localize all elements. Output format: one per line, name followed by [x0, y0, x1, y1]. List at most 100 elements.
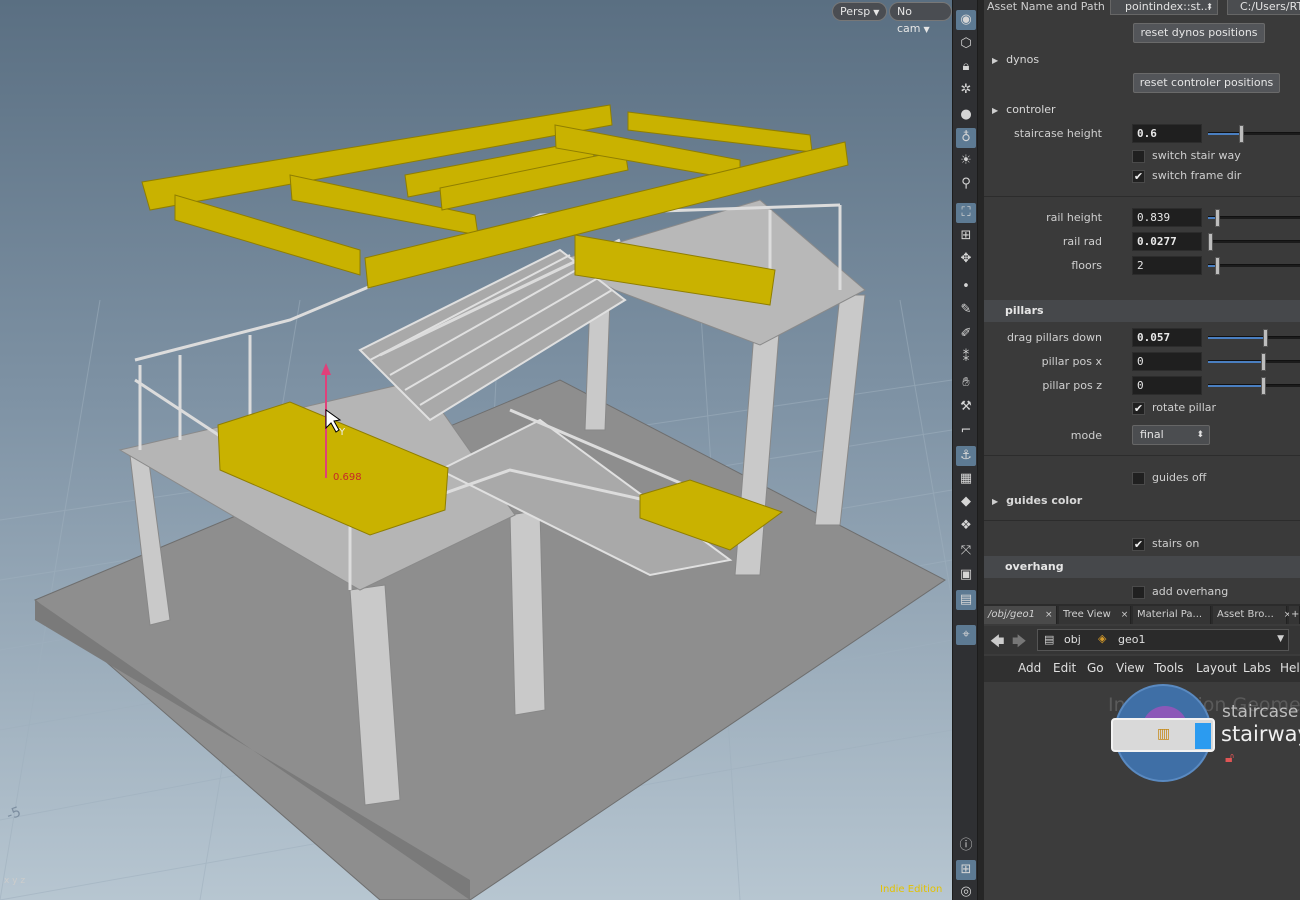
path-geo1[interactable]: geo1 — [1118, 633, 1145, 646]
reset-dynos-button[interactable]: reset dynos positions — [1133, 23, 1265, 43]
menu-layout[interactable]: Layout — [1196, 661, 1237, 675]
handle-icon[interactable]: ✥ — [956, 249, 976, 269]
pillar-pos-x-slider[interactable] — [1208, 353, 1300, 371]
layout-icon[interactable]: ⊞ — [956, 860, 976, 880]
slider-knob[interactable] — [1215, 257, 1220, 275]
dot-icon[interactable]: • — [956, 277, 976, 297]
switch-stair-way-checkbox[interactable] — [1132, 150, 1145, 163]
info-icon[interactable]: ⓘ — [956, 836, 976, 856]
switch-frame-dir-checkbox[interactable]: ✔ — [1132, 170, 1145, 183]
add-tab-button[interactable]: + — [1289, 606, 1300, 624]
brush-icon[interactable]: ✐ — [956, 324, 976, 344]
controler-folder[interactable]: ▶ controler — [992, 103, 1056, 116]
slider-knob[interactable] — [1261, 353, 1266, 371]
rail-rad-field[interactable]: 0.0277 — [1132, 232, 1202, 251]
drag-pillars-down-field[interactable]: 0.057 — [1132, 328, 1202, 347]
rail-rad-slider[interactable] — [1208, 233, 1300, 251]
slider-knob[interactable] — [1215, 209, 1220, 227]
sphere-icon[interactable]: ● — [956, 105, 976, 125]
spot-light-icon[interactable]: ⚲ — [956, 174, 976, 194]
display-icon[interactable]: ▣ — [956, 565, 976, 585]
pen-icon[interactable]: ✎ — [956, 300, 976, 320]
hand-icon[interactable]: ✋︎ — [956, 373, 976, 393]
path-obj[interactable]: obj — [1064, 633, 1081, 646]
diamond-icon[interactable]: ◆ — [956, 492, 976, 512]
tab-material-palette[interactable]: Material Pa...× — [1133, 606, 1220, 624]
asset-path-field[interactable]: C:/Users/RTX — [1227, 0, 1300, 15]
add-overhang-checkbox[interactable] — [1132, 586, 1145, 599]
close-icon[interactable]: × — [1121, 610, 1129, 620]
slider-knob[interactable] — [1239, 125, 1244, 143]
tab-tree-view[interactable]: Tree View × — [1059, 606, 1131, 624]
group-icon[interactable]: ❖ — [956, 516, 976, 536]
node-name-label[interactable]: stairway — [1221, 722, 1300, 746]
drag-pillars-down-slider[interactable] — [1208, 329, 1300, 347]
mode-dropdown[interactable]: final ⬍ — [1132, 425, 1210, 445]
ambient-light-icon[interactable]: ☀ — [956, 151, 976, 171]
forward-arrow-icon[interactable]: 🡆 — [1012, 631, 1026, 655]
menu-edit[interactable]: Edit — [1053, 661, 1076, 675]
display-flag[interactable] — [1195, 723, 1211, 749]
perspective-menu[interactable]: Persp ▼ — [832, 2, 888, 21]
tab-asset-browser[interactable]: Asset Bro... × — [1213, 606, 1291, 624]
floors-field[interactable]: 2 — [1132, 256, 1202, 275]
stairway-node[interactable]: ▥ — [1111, 718, 1215, 752]
reset-controler-button[interactable]: reset controler positions — [1133, 73, 1280, 93]
3d-viewport[interactable]: Persp ▼ No cam ▼ Y 0.698 -5 x y z Indie Ed… — [0, 0, 952, 900]
chevron-down-icon[interactable]: ▼ — [1277, 634, 1284, 644]
unlock-icon[interactable]: 🔓︎ — [1225, 750, 1234, 766]
guides-color-folder[interactable]: ▶ guides color — [992, 494, 1082, 507]
grid-icon[interactable]: ⊞ — [956, 226, 976, 246]
checker-icon[interactable]: ▦ — [956, 469, 976, 489]
snap-icon[interactable]: ⛶ — [956, 203, 976, 223]
guides-off-checkbox[interactable] — [1132, 472, 1145, 485]
curve-icon[interactable]: ⌐ — [956, 421, 976, 441]
scene-render — [0, 104, 952, 900]
sim-icon[interactable]: ⚓︎ — [956, 446, 976, 466]
eye-icon[interactable]: ◎ — [956, 882, 976, 900]
asset-name-select[interactable]: pointindex::st... ⬍ — [1110, 0, 1218, 15]
light-bulb-icon[interactable]: ♁ — [956, 128, 976, 148]
frame-icon[interactable]: ▤ — [956, 590, 976, 610]
tab-obj-geo1[interactable]: /obj/geo1 × — [984, 606, 1057, 624]
menu-view[interactable]: View — [1116, 661, 1144, 675]
slider-knob[interactable] — [1208, 233, 1213, 251]
floors-slider[interactable] — [1208, 257, 1300, 275]
stairs-on-checkbox[interactable]: ✔ — [1132, 538, 1145, 551]
switch-frame-dir-label: switch frame dir — [1152, 169, 1242, 182]
staircase-height-slider[interactable] — [1208, 125, 1300, 143]
dynos-folder[interactable]: ▶ dynos — [992, 53, 1039, 66]
rail-height-field[interactable]: 0.839 — [1132, 208, 1202, 227]
asset-name-label: Asset Name and Path — [987, 0, 1105, 13]
transform-icon[interactable]: ⤧ — [956, 541, 976, 561]
close-icon[interactable]: × — [1045, 610, 1053, 620]
overhang-section[interactable]: overhang — [984, 556, 1300, 578]
pillar-pos-z-field[interactable]: 0 — [1132, 376, 1202, 395]
slider-knob[interactable] — [1261, 377, 1266, 395]
rail-height-slider[interactable] — [1208, 209, 1300, 227]
pillars-section[interactable]: pillars — [984, 300, 1300, 322]
number-icon[interactable]: ⁑ — [956, 348, 976, 368]
sculpt-icon[interactable]: ⚒ — [956, 397, 976, 417]
pillar-pos-x-field[interactable]: 0 — [1132, 352, 1202, 371]
handle-value-readout: 0.698 — [333, 472, 362, 483]
back-arrow-icon[interactable]: 🡄 — [990, 631, 1004, 655]
menu-help[interactable]: Help — [1280, 661, 1300, 675]
slider-knob[interactable] — [1263, 329, 1268, 347]
sun-icon[interactable]: ✲ — [956, 80, 976, 100]
pin-icon[interactable]: ⌖ — [956, 625, 976, 645]
camera-icon[interactable]: ◉ — [956, 10, 976, 30]
drag-pillars-down-label: drag pillars down — [1006, 331, 1102, 344]
menu-add[interactable]: Add — [1018, 661, 1041, 675]
pillar-pos-z-slider[interactable] — [1208, 377, 1300, 395]
menu-labs[interactable]: Labs — [1243, 661, 1271, 675]
rotate-pillar-checkbox[interactable]: ✔ — [1132, 402, 1145, 415]
select-icon[interactable]: ⬡ — [956, 34, 976, 54]
lock-icon[interactable]: 🔒︎ — [956, 57, 976, 77]
network-canvas[interactable]: Indie Edition Geome ▥ staircase stairway… — [984, 682, 1300, 900]
camera-menu[interactable]: No cam ▼ — [889, 2, 952, 35]
menu-tools[interactable]: Tools — [1154, 661, 1184, 675]
menu-go[interactable]: Go — [1087, 661, 1104, 675]
path-field[interactable]: ▤ obj ◈ geo1 ▼ — [1037, 629, 1289, 651]
staircase-height-field[interactable]: 0.6 — [1132, 124, 1202, 143]
